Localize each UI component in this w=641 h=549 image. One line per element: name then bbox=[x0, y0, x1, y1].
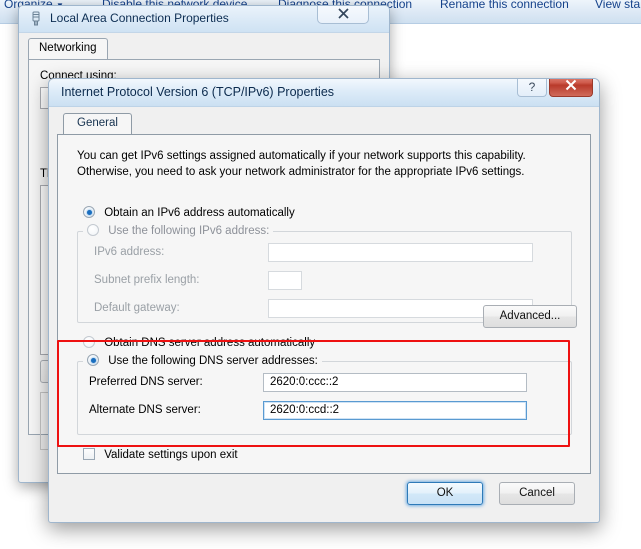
radio-indicator-unselected bbox=[83, 336, 95, 348]
tab-networking[interactable]: Networking bbox=[28, 38, 108, 60]
preferred-dns-server-label: Preferred DNS server: bbox=[89, 376, 203, 388]
ipv6-address-input[interactable] bbox=[268, 243, 533, 262]
advanced-button[interactable]: Advanced... bbox=[483, 305, 577, 328]
default-gateway-label: Default gateway: bbox=[94, 302, 180, 314]
lac-window-title: Local Area Connection Properties bbox=[50, 11, 229, 25]
radio-label: Obtain DNS server address automatically bbox=[104, 337, 316, 349]
radio-use-following-dns[interactable]: Use the following DNS server addresses: bbox=[83, 354, 322, 367]
radio-label: Obtain an IPv6 address automatically bbox=[104, 207, 295, 219]
lac-tab-strip: Networking bbox=[28, 38, 380, 60]
checkbox-label: Validate settings upon exit bbox=[104, 449, 238, 461]
description-line-1: You can get IPv6 settings assigned autom… bbox=[77, 150, 526, 162]
checkbox-indicator-unchecked bbox=[83, 448, 95, 460]
radio-indicator-selected bbox=[87, 354, 99, 366]
subnet-prefix-length-label: Subnet prefix length: bbox=[94, 274, 200, 286]
toolbar-command-rename[interactable]: Rename this connection bbox=[440, 0, 569, 11]
radio-use-following-ipv6[interactable]: Use the following IPv6 address: bbox=[83, 224, 274, 237]
radio-label: Use the following IPv6 address: bbox=[108, 225, 270, 237]
radio-obtain-ipv6-automatically[interactable]: Obtain an IPv6 address automatically bbox=[83, 206, 295, 219]
question-mark-icon: ? bbox=[528, 80, 536, 94]
alternate-dns-server-input[interactable]: 2620:0:ccd::2 bbox=[263, 401, 527, 420]
help-button[interactable]: ? bbox=[517, 79, 547, 97]
network-adapter-icon bbox=[29, 11, 43, 27]
subnet-prefix-length-input[interactable] bbox=[268, 271, 302, 290]
dialog-description: You can get IPv6 settings assigned autom… bbox=[77, 148, 572, 180]
lac-close-button[interactable] bbox=[317, 6, 369, 24]
ipv6-dialog-body: General You can get IPv6 settings assign… bbox=[57, 113, 591, 514]
toolbar-command-view-status[interactable]: View sta bbox=[595, 0, 640, 11]
radio-label: Use the following DNS server addresses: bbox=[108, 355, 318, 367]
radio-obtain-dns-automatically[interactable]: Obtain DNS server address automatically bbox=[83, 336, 315, 349]
ok-button[interactable]: OK bbox=[407, 482, 483, 505]
ipv6-close-button[interactable] bbox=[549, 79, 593, 97]
radio-indicator-unselected bbox=[87, 224, 99, 236]
alternate-dns-server-label: Alternate DNS server: bbox=[89, 404, 201, 416]
ipv6-dialog-title: Internet Protocol Version 6 (TCP/IPv6) P… bbox=[61, 85, 335, 99]
preferred-dns-server-input[interactable]: 2620:0:ccc::2 bbox=[263, 373, 527, 392]
radio-indicator-selected bbox=[83, 206, 95, 218]
checkbox-validate-settings-upon-exit[interactable]: Validate settings upon exit bbox=[83, 448, 238, 461]
tab-general[interactable]: General bbox=[63, 113, 132, 135]
ipv6-tab-strip: General bbox=[57, 113, 591, 135]
ipv6-properties-dialog[interactable]: Internet Protocol Version 6 (TCP/IPv6) P… bbox=[48, 78, 600, 523]
cancel-button[interactable]: Cancel bbox=[499, 482, 575, 505]
description-line-2: Otherwise, you need to ask your network … bbox=[77, 166, 525, 178]
general-tab-panel: You can get IPv6 settings assigned autom… bbox=[57, 134, 591, 474]
ipv6-address-label: IPv6 address: bbox=[94, 246, 165, 258]
